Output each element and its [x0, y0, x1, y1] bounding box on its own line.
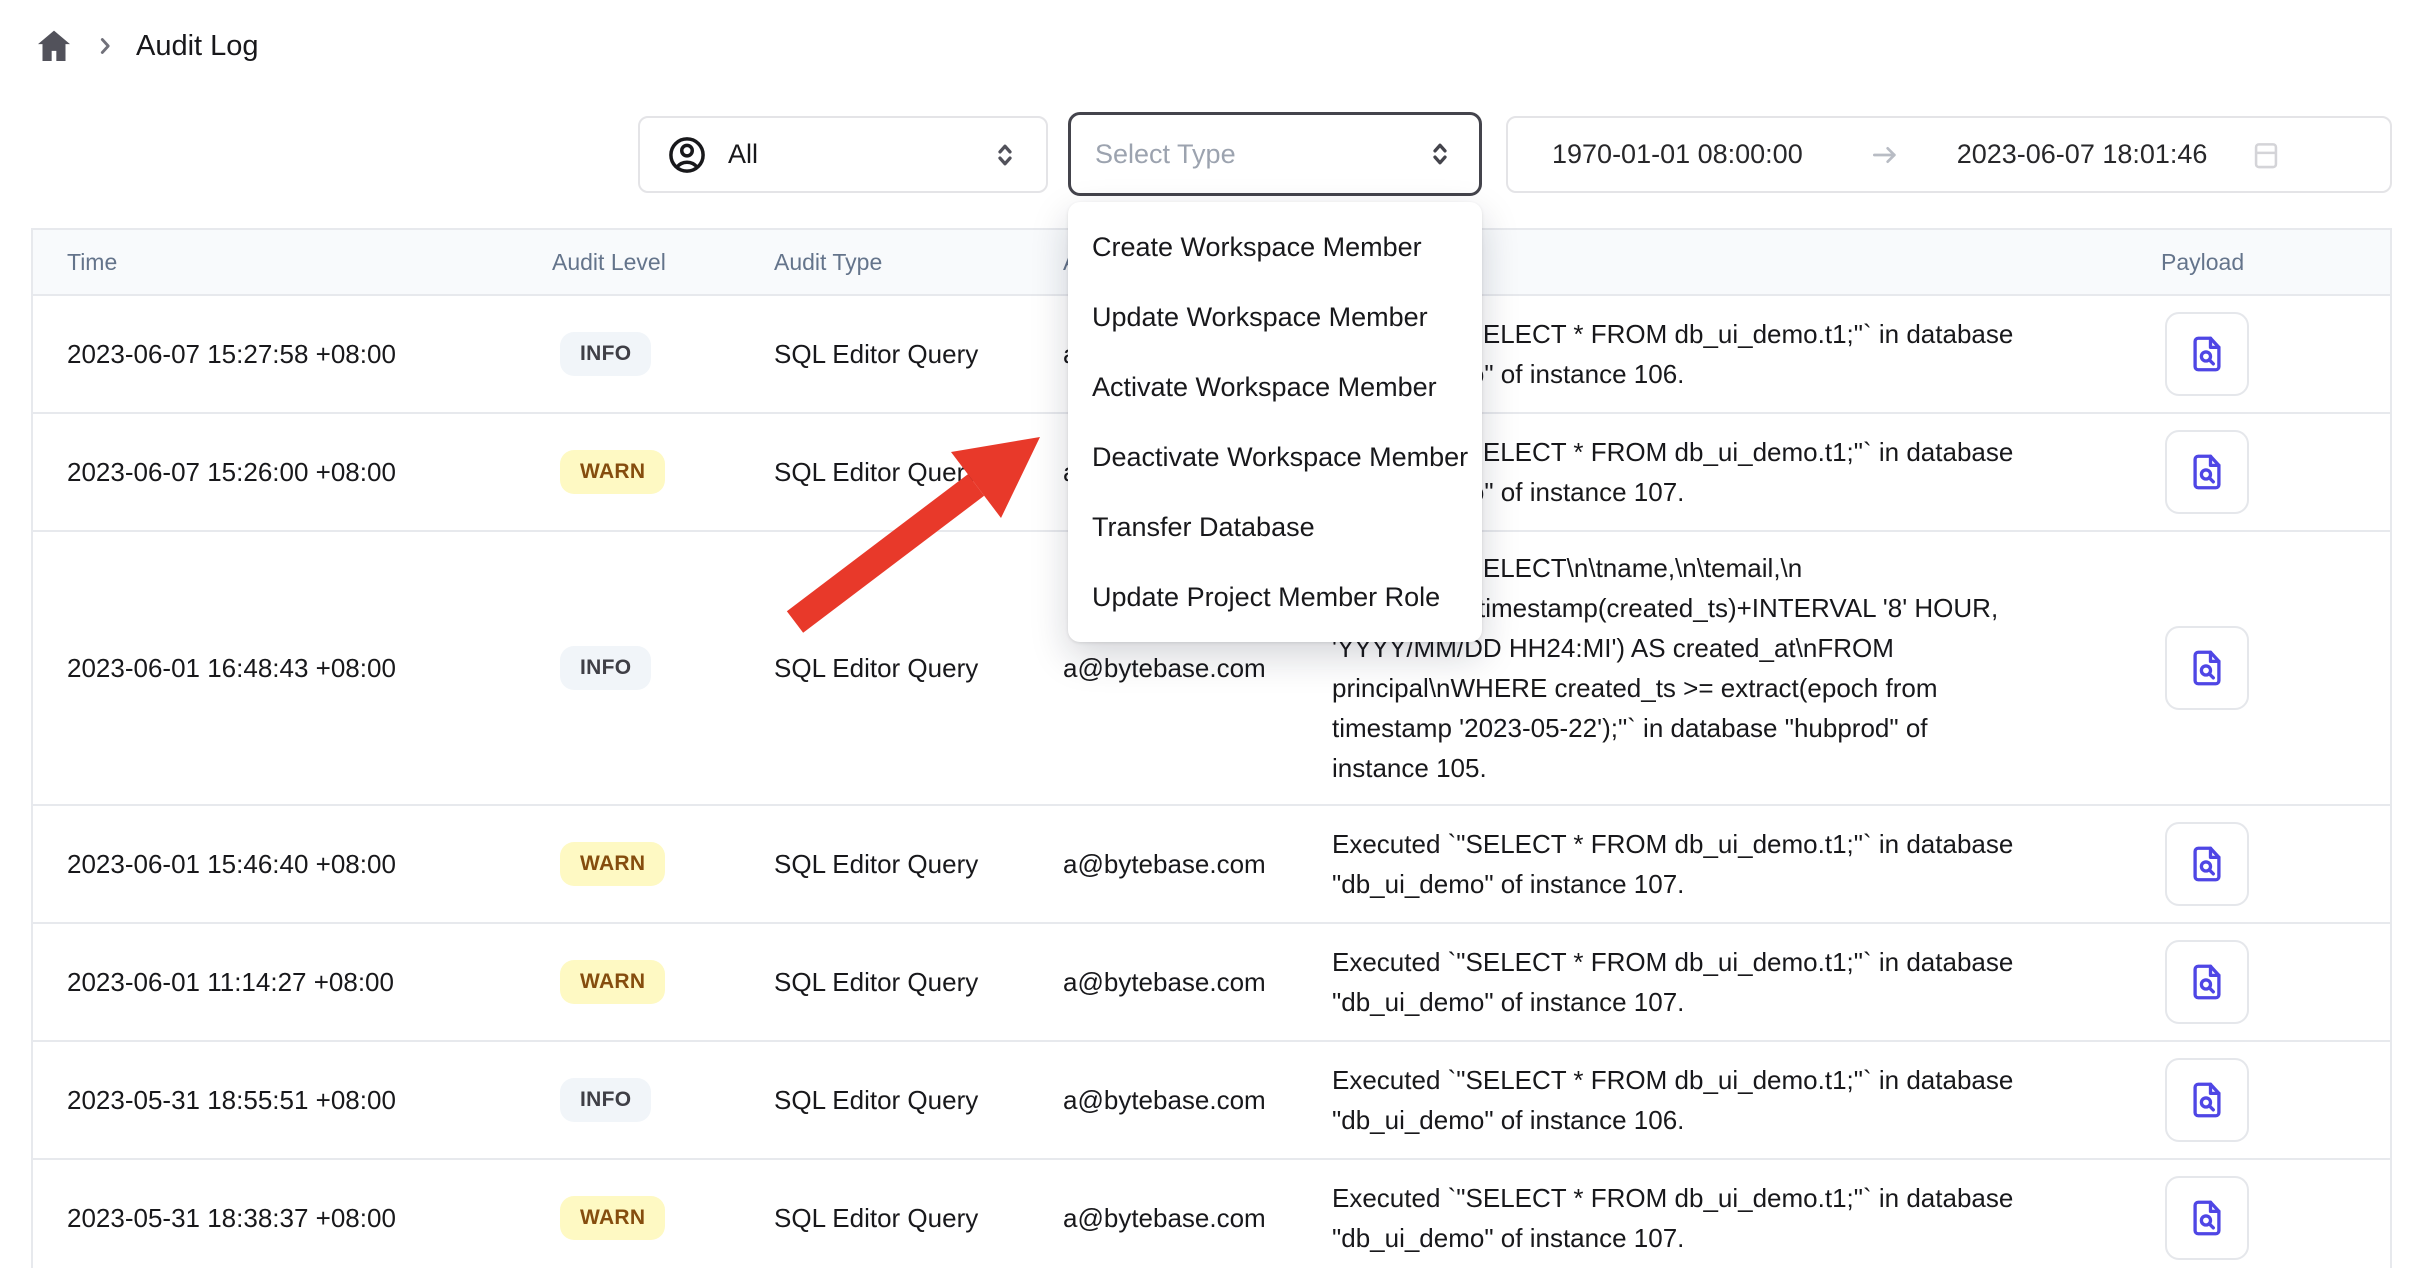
payload-view-button[interactable] — [2165, 312, 2249, 396]
payload-view-button[interactable] — [2165, 822, 2249, 906]
row-time: 2023-06-01 11:14:27 +08:00 — [33, 967, 552, 998]
chevrons-up-down-icon — [990, 140, 1020, 170]
table-row: 2023-05-31 18:55:51 +08:00 INFO SQL Edit… — [33, 1042, 2390, 1160]
row-time: 2023-05-31 18:55:51 +08:00 — [33, 1085, 552, 1116]
row-comment: Executed `"SELECT * FROM db_ui_demo.t1;"… — [1332, 824, 2147, 904]
payload-view-button[interactable] — [2165, 430, 2249, 514]
actor-filter-value: All — [728, 139, 758, 170]
audit-level-badge: INFO — [560, 332, 651, 376]
calendar-icon — [2249, 138, 2283, 172]
arrow-right-icon — [1869, 139, 1901, 171]
type-menu-item[interactable]: Activate Workspace Member — [1068, 352, 1482, 422]
comment-line: Executed `"SELECT * FROM db_ui_demo.t1;"… — [1332, 1178, 2147, 1218]
type-filter-placeholder: Select Type — [1095, 139, 1236, 170]
date-range-picker[interactable]: 1970-01-01 08:00:00 2023-06-07 18:01:46 — [1506, 116, 2392, 193]
row-actor: a@bytebase.com — [1063, 1203, 1332, 1234]
comment-line: "db_ui_demo" of instance 106. — [1332, 1100, 2147, 1140]
payload-view-button[interactable] — [2165, 940, 2249, 1024]
column-header-time: Time — [33, 249, 552, 276]
comment-line: Executed `"SELECT * FROM db_ui_demo.t1;"… — [1332, 942, 2147, 982]
actor-filter-select[interactable]: All — [638, 116, 1048, 193]
row-audit-type: SQL Editor Query — [774, 967, 1063, 998]
comment-line: "db_ui_demo" of instance 107. — [1332, 982, 2147, 1022]
table-row: 2023-05-31 18:38:37 +08:00 WARN SQL Edit… — [33, 1160, 2390, 1268]
row-audit-type: SQL Editor Query — [774, 1203, 1063, 1234]
type-menu-item[interactable]: Create Workspace Member — [1068, 212, 1482, 282]
audit-log-page: Audit Log All Select Type 1970-01-01 08:… — [0, 0, 2410, 1268]
row-time: 2023-06-07 15:27:58 +08:00 — [33, 339, 552, 370]
row-comment: Executed `"SELECT * FROM db_ui_demo.t1;"… — [1332, 1060, 2147, 1140]
type-select-menu: Create Workspace MemberUpdate Workspace … — [1068, 202, 1482, 642]
column-header-audit-level: Audit Level — [552, 249, 774, 276]
audit-level-badge: INFO — [560, 1078, 651, 1122]
file-search-icon — [2186, 961, 2228, 1003]
row-time: 2023-06-07 15:26:00 +08:00 — [33, 457, 552, 488]
comment-line: timestamp '2023-05-22');"` in database "… — [1332, 708, 2147, 748]
audit-level-badge: WARN — [560, 1196, 665, 1240]
file-search-icon — [2186, 647, 2228, 689]
row-time: 2023-05-31 18:38:37 +08:00 — [33, 1203, 552, 1234]
file-search-icon — [2186, 1197, 2228, 1239]
audit-level-badge: WARN — [560, 960, 665, 1004]
row-actor: a@bytebase.com — [1063, 653, 1332, 684]
column-header-payload: Payload — [2147, 249, 2390, 276]
row-audit-type: SQL Editor Query — [774, 849, 1063, 880]
row-audit-type: SQL Editor Query — [774, 339, 1063, 370]
table-row: 2023-06-01 15:46:40 +08:00 WARN SQL Edit… — [33, 806, 2390, 924]
type-menu-item[interactable]: Update Project Member Role — [1068, 562, 1482, 632]
row-audit-type: SQL Editor Query — [774, 1085, 1063, 1116]
type-menu-item[interactable]: Transfer Database — [1068, 492, 1482, 562]
file-search-icon — [2186, 843, 2228, 885]
type-menu-item[interactable]: Update Workspace Member — [1068, 282, 1482, 352]
table-row: 2023-06-01 11:14:27 +08:00 WARN SQL Edit… — [33, 924, 2390, 1042]
audit-level-badge: WARN — [560, 842, 665, 886]
row-actor: a@bytebase.com — [1063, 1085, 1332, 1116]
row-time: 2023-06-01 15:46:40 +08:00 — [33, 849, 552, 880]
payload-view-button[interactable] — [2165, 1058, 2249, 1142]
breadcrumb: Audit Log — [34, 26, 259, 66]
comment-line: "db_ui_demo" of instance 107. — [1332, 1218, 2147, 1258]
row-time: 2023-06-01 16:48:43 +08:00 — [33, 653, 552, 684]
home-icon[interactable] — [34, 26, 74, 66]
comment-line: principal\nWHERE created_ts >= extract(e… — [1332, 668, 2147, 708]
audit-level-badge: WARN — [560, 450, 665, 494]
audit-level-badge: INFO — [560, 646, 651, 690]
file-search-icon — [2186, 1079, 2228, 1121]
row-actor: a@bytebase.com — [1063, 967, 1332, 998]
chevron-right-icon — [92, 33, 118, 59]
chevrons-up-down-icon — [1425, 139, 1455, 169]
comment-line: Executed `"SELECT * FROM db_ui_demo.t1;"… — [1332, 824, 2147, 864]
file-search-icon — [2186, 333, 2228, 375]
comment-line: "db_ui_demo" of instance 107. — [1332, 864, 2147, 904]
row-comment: Executed `"SELECT * FROM db_ui_demo.t1;"… — [1332, 942, 2147, 1022]
column-header-audit-type: Audit Type — [774, 249, 1063, 276]
comment-line: instance 105. — [1332, 748, 2147, 788]
row-audit-type: SQL Editor Query — [774, 653, 1063, 684]
row-actor: a@bytebase.com — [1063, 849, 1332, 880]
comment-line: Executed `"SELECT * FROM db_ui_demo.t1;"… — [1332, 1060, 2147, 1100]
type-filter-select[interactable]: Select Type — [1068, 112, 1482, 196]
type-menu-item[interactable]: Deactivate Workspace Member — [1068, 422, 1482, 492]
payload-view-button[interactable] — [2165, 626, 2249, 710]
payload-view-button[interactable] — [2165, 1176, 2249, 1260]
row-comment: Executed `"SELECT * FROM db_ui_demo.t1;"… — [1332, 1178, 2147, 1258]
date-range-start: 1970-01-01 08:00:00 — [1552, 139, 1803, 170]
page-title: Audit Log — [136, 30, 259, 63]
file-search-icon — [2186, 451, 2228, 493]
row-audit-type: SQL Editor Query — [774, 457, 1063, 488]
user-circle-icon — [666, 134, 708, 176]
date-range-end: 2023-06-07 18:01:46 — [1957, 139, 2208, 170]
